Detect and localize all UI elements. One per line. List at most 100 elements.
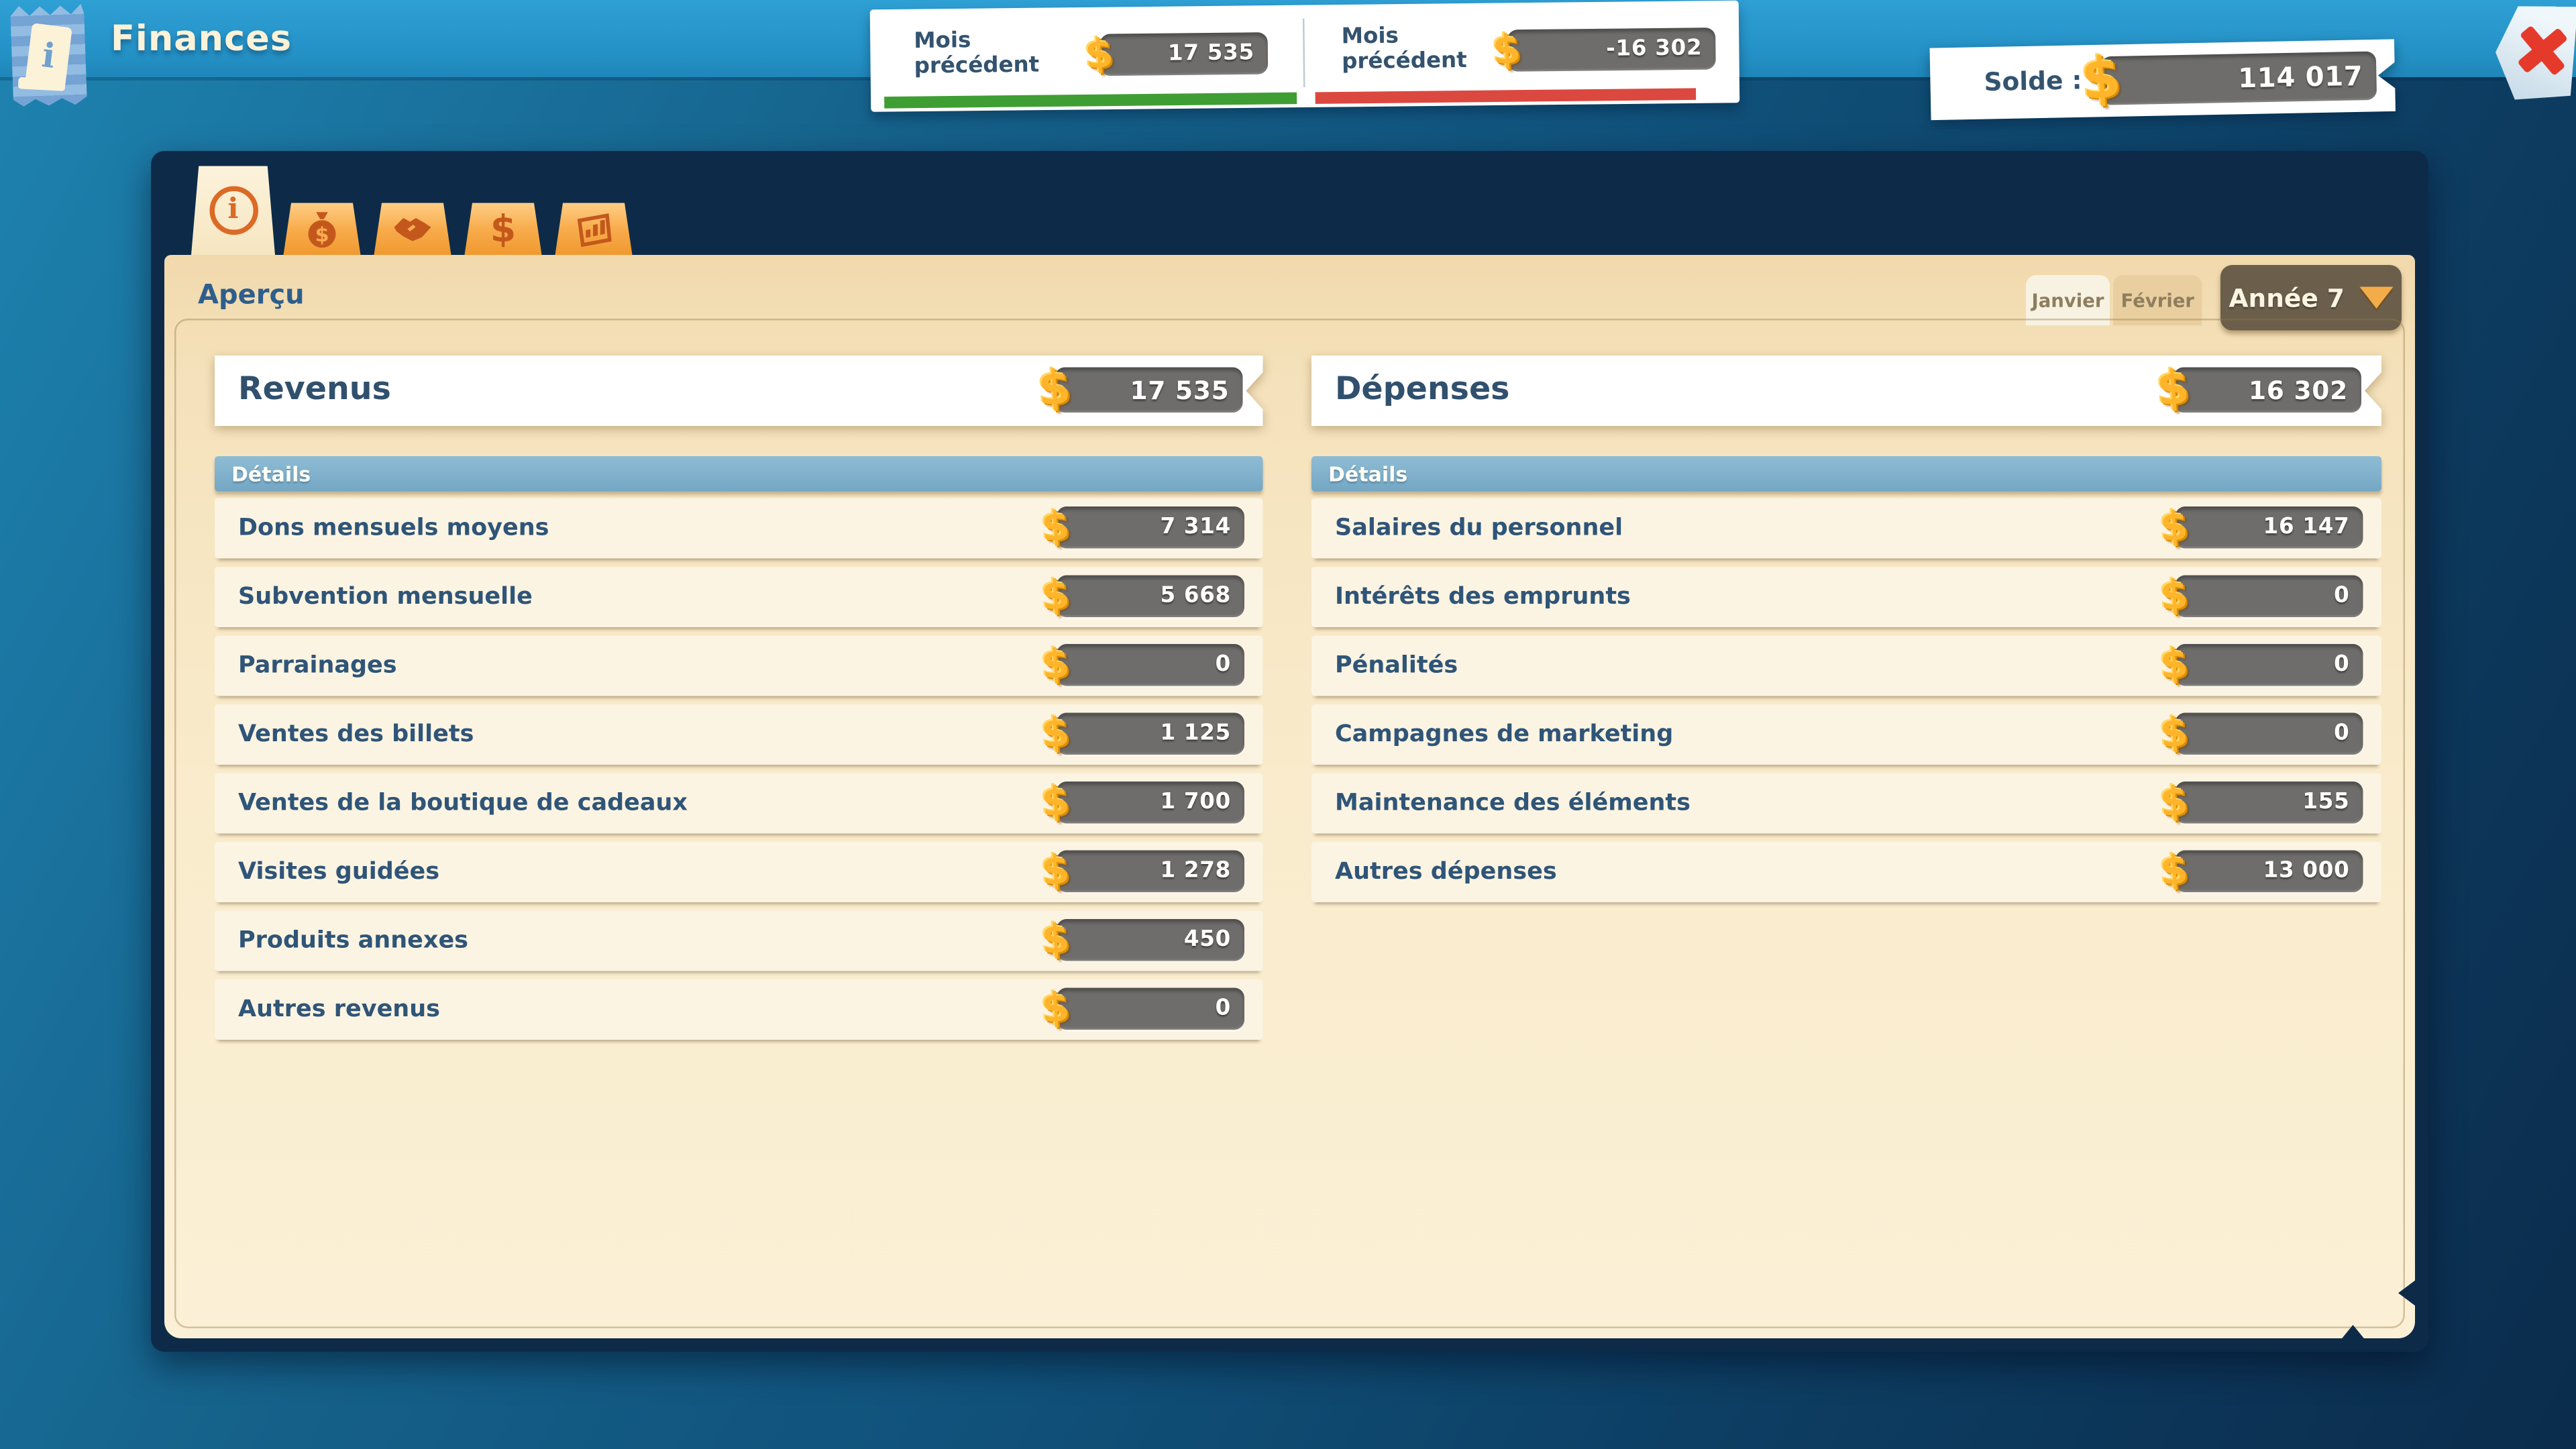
amount-pill: $1 278 — [1057, 851, 1244, 893]
finance-row: Intérêts des emprunts $0 — [1311, 567, 2381, 627]
expense-amount-value: -16 302 — [1606, 36, 1716, 62]
expenses-summary-card: Dépenses $ 16 302 — [1311, 356, 2381, 426]
balance-banner: Solde : $ 114 017 — [1930, 39, 2396, 120]
amount-value: 0 — [1216, 996, 1244, 1022]
row-label: Ventes des billets — [215, 721, 474, 748]
amount-pill: $0 — [1057, 644, 1244, 686]
amount-pill: $0 — [2176, 644, 2363, 686]
money-bag-icon: $ — [302, 209, 342, 249]
amount-pill: $0 — [2176, 576, 2363, 618]
amount-pill: $13 000 — [2176, 851, 2363, 893]
amount-value: 1 700 — [1160, 790, 1244, 816]
income-details-header: Détails — [215, 456, 1263, 492]
info-icon: i — [209, 186, 258, 235]
finance-row: Produits annexes$450 — [215, 911, 1263, 971]
amount-pill: $450 — [1057, 919, 1244, 961]
finance-row: Autres revenus$0 — [215, 979, 1263, 1040]
expenses-title: Dépenses — [1335, 371, 1509, 408]
row-label: Intérêts des emprunts — [1311, 584, 1631, 610]
amount-value: 7 314 — [1160, 515, 1244, 541]
amount-pill: $155 — [2176, 782, 2363, 824]
finance-row: Visites guidées $1 278 — [215, 842, 1263, 902]
finance-row: Salaires du personnel $16 147 — [1311, 498, 2381, 559]
amount-value: 16 147 — [2263, 515, 2363, 541]
bar-chart-icon — [572, 209, 616, 249]
info-journal-glyph: i — [25, 23, 72, 88]
dollar-icon: $ — [2155, 364, 2191, 413]
income-column: Revenus $ 17 535 Détails Dons mensuels m… — [215, 356, 1263, 1049]
dollar-icon: $ — [1083, 32, 1114, 74]
row-label: Pénalités — [1311, 653, 1458, 680]
income-title: Revenus — [238, 371, 391, 408]
dollar-icon: $ — [1036, 364, 1072, 413]
dollar-icon: $ — [1040, 917, 1071, 959]
previous-month-expense: Mois précédent $ -16 302 — [1304, 1, 1739, 107]
tab-money[interactable]: $ — [465, 203, 542, 256]
tab-sponsorships[interactable] — [374, 203, 451, 256]
amount-value: 0 — [2334, 721, 2363, 747]
amount-pill: $0 — [2176, 713, 2363, 755]
amount-pill: $16 147 — [2176, 506, 2363, 549]
dollar-icon: $ — [1040, 849, 1071, 891]
month-tab-janvier[interactable]: Janvier — [2026, 275, 2110, 325]
dollar-icon: $ — [2159, 711, 2190, 753]
overview-panel: Aperçu Janvier Février Année 7 Revenus $ — [164, 255, 2415, 1338]
expense-amount-pill: $ -16 302 — [1507, 28, 1716, 72]
dollar-icon: $ — [1491, 28, 1522, 70]
tab-overview[interactable]: i — [191, 166, 275, 256]
previous-month-banner: Mois précédent $ 17 535 Mois précédent $… — [870, 1, 1740, 112]
dollar-icon: $ — [2159, 642, 2190, 684]
amount-pill: $5 668 — [1057, 576, 1244, 618]
amount-value: 5 668 — [1160, 584, 1244, 609]
balance-label: Solde : — [1984, 65, 2082, 97]
expenses-details-header: Détails — [1311, 456, 2381, 492]
previous-month-expense-label: Mois précédent — [1342, 23, 1467, 75]
finances-screen: Finances i Mois précédent $ 17 535 Mois … — [0, 0, 2576, 1449]
dollar-icon: $ — [1040, 574, 1071, 616]
previous-month-income-label: Mois précédent — [914, 28, 1039, 80]
expenses-column: Dépenses $ 16 302 Détails Salaires du pe… — [1311, 356, 2381, 911]
income-total-value: 17 535 — [1130, 375, 1242, 405]
dollar-icon: $ — [1040, 504, 1071, 547]
finance-row: Dons mensuels moyens$7 314 — [215, 498, 1263, 559]
month-tab-fevrier[interactable]: Février — [2113, 275, 2202, 325]
handshake-icon — [391, 209, 435, 249]
amount-pill: $7 314 — [1057, 506, 1244, 549]
finance-row: Autres dépenses $13 000 — [1311, 842, 2381, 902]
income-status-bar — [884, 93, 1297, 109]
row-label: Salaires du personnel — [1311, 515, 1623, 542]
expense-status-bar — [1316, 88, 1697, 103]
dollar-icon: $ — [1040, 642, 1071, 684]
amount-pill: $1 125 — [1057, 713, 1244, 755]
dollar-icon: $ — [2159, 780, 2190, 822]
frame-notch-right — [2398, 1278, 2418, 1308]
income-rows: Dons mensuels moyens$7 314 Subvention men… — [215, 498, 1263, 1040]
amount-value: 0 — [2334, 584, 2363, 609]
finance-row: Pénalités $0 — [1311, 636, 2381, 696]
svg-text:$: $ — [490, 209, 516, 249]
tab-charts[interactable] — [555, 203, 633, 256]
income-summary-card: Revenus $ 17 535 — [215, 356, 1263, 426]
row-label: Autres dépenses — [1311, 859, 1557, 885]
expenses-total-value: 16 302 — [2249, 375, 2361, 405]
amount-value: 1 278 — [1160, 859, 1244, 884]
close-icon — [2515, 23, 2569, 77]
balance-value: 114 017 — [2238, 60, 2377, 94]
amount-value: 1 125 — [1160, 721, 1244, 747]
balance-pill: $ 114 017 — [2101, 51, 2377, 105]
expenses-rows: Salaires du personnel $16 147 Intérêts des… — [1311, 498, 2381, 903]
income-amount-pill: $ 17 535 — [1100, 32, 1269, 76]
tab-donations[interactable]: $ — [284, 203, 361, 256]
amount-pill: $1 700 — [1057, 782, 1244, 824]
dollar-icon: $ — [2159, 504, 2190, 547]
row-label: Subvention mensuelle — [215, 584, 533, 610]
finances-window: i $ $ — [151, 151, 2428, 1352]
amount-pill: $0 — [1057, 988, 1244, 1030]
row-label: Maintenance des éléments — [1311, 790, 1690, 817]
finance-row: Maintenance des éléments $155 — [1311, 773, 2381, 834]
finance-row: Ventes des billets $1 125 — [215, 704, 1263, 765]
row-label: Campagnes de marketing — [1311, 721, 1673, 748]
dollar-icon: $ — [483, 209, 523, 249]
row-label: Visites guidées — [215, 859, 439, 885]
chevron-down-icon — [2359, 287, 2393, 309]
